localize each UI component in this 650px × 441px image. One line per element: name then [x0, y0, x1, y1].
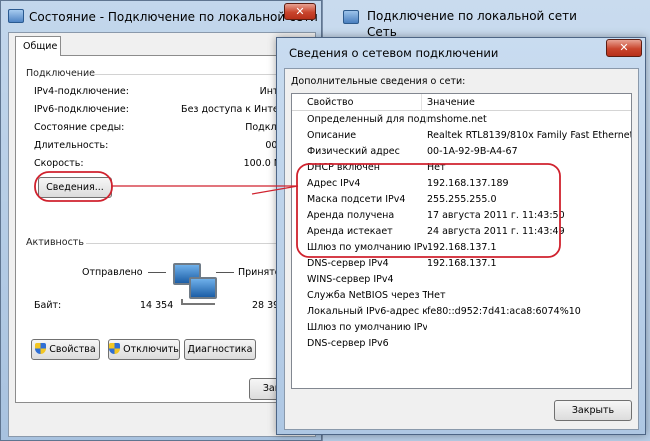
property-cell: Аренда получена: [307, 210, 395, 221]
value-cell: fe80::d952:7d41:aca8:6074%10: [427, 306, 581, 317]
column-header-value[interactable]: Значение: [427, 97, 475, 108]
column-header-property[interactable]: Свойство: [292, 94, 422, 111]
value-cell: 255.255.255.0: [427, 194, 497, 205]
bytes-label: Байт:: [34, 300, 62, 311]
divider: [86, 243, 298, 244]
ipv4-label: IPv4-подключение:: [34, 86, 129, 97]
list-item[interactable]: Определенный для подк...mshome.net: [292, 114, 631, 128]
shield-icon: [109, 343, 121, 354]
property-cell: Маска подсети IPv4: [307, 194, 406, 205]
list-item[interactable]: Шлюз по умолчанию IPv4 192.168.137.1: [292, 242, 631, 256]
sent-line: [148, 272, 166, 273]
properties-button[interactable]: Свойства: [31, 339, 100, 360]
value-cell: 192.168.137.189: [427, 178, 509, 189]
details-close-button[interactable]: Закрыть: [554, 400, 632, 421]
list-item[interactable]: Адрес IPv4 192.168.137.189: [292, 178, 631, 192]
property-cell: DNS-сервер IPv6: [307, 338, 389, 349]
disable-button[interactable]: Отключить: [108, 339, 180, 360]
property-cell: DNS-сервер IPv4: [307, 258, 389, 269]
speed-label: Скорость:: [34, 158, 84, 169]
properties-button-label: Свойства: [49, 344, 96, 355]
value-cell: 192.168.137.1: [427, 242, 497, 253]
property-cell: Описание: [307, 130, 357, 141]
sent-label: Отправлено: [82, 267, 143, 278]
cable-shape: [181, 299, 215, 305]
list-item[interactable]: Описание Realtek RTL8139/810x Family Fast…: [292, 130, 632, 144]
list-item[interactable]: Локальный IPv6-адрес ка...fe80::d952:7d4…: [292, 306, 631, 320]
property-cell: Аренда истекает: [307, 226, 393, 237]
property-cell: Шлюз по умолчанию IPv4: [307, 242, 427, 253]
property-cell: Определенный для подк...: [307, 114, 427, 125]
property-cell: Локальный IPv6-адрес ка...: [307, 306, 427, 317]
tab-general[interactable]: Общие: [15, 36, 61, 56]
value-cell: 17 августа 2011 г. 11:43:50: [427, 210, 565, 221]
network-connection-icon: [8, 9, 24, 23]
disable-button-label: Отключить: [123, 344, 179, 355]
general-tab-panel: Подключение IPv4-подключение: Интернет I…: [15, 55, 308, 403]
value-cell: 24 августа 2011 г. 11:43:49: [427, 226, 565, 237]
background-window-title: Подключение по локальной сети Сеть: [367, 8, 577, 40]
list-item[interactable]: DNS-сервер IPv4 192.168.137.1: [292, 258, 631, 272]
details-caption: Дополнительные сведения о сети:: [291, 76, 466, 87]
list-item[interactable]: Физический адрес 00-1A-92-9B-A4-67: [292, 146, 631, 160]
diagnose-button[interactable]: Диагностика: [184, 339, 256, 360]
details-window-client: Дополнительные сведения о сети: Свойство…: [284, 68, 639, 430]
list-item[interactable]: Аренда истекает 24 августа 2011 г. 11:43:…: [292, 226, 631, 240]
list-item[interactable]: WINS-сервер IPv4: [292, 274, 631, 288]
list-item[interactable]: Шлюз по умолчанию IPv6: [292, 322, 631, 336]
close-icon[interactable]: ✕: [284, 3, 316, 20]
activity-group-label: Активность: [26, 237, 84, 248]
close-icon[interactable]: ✕: [606, 39, 642, 57]
status-window-client: Общие Подключение IPv4-подключение: Инте…: [8, 32, 319, 437]
media-state-label: Состояние среды:: [34, 122, 125, 133]
status-window-title: Состояние - Подключение по локальной сет…: [29, 10, 318, 24]
monitor-shape: [189, 277, 217, 299]
list-header: Свойство Значение: [292, 94, 631, 111]
duration-label: Длительность:: [34, 140, 109, 151]
property-cell: Физический адрес: [307, 146, 400, 157]
background-title-line1: Подключение по локальной сети: [367, 9, 577, 23]
property-cell: WINS-сервер IPv4: [307, 274, 394, 285]
network-activity-icon: [169, 263, 225, 309]
list-item[interactable]: Служба NetBIOS через Т... Нет: [292, 290, 631, 304]
list-item[interactable]: Маска подсети IPv4 255.255.255.0: [292, 194, 631, 208]
connection-group-label: Подключение: [26, 68, 96, 79]
property-cell: Шлюз по умолчанию IPv6: [307, 322, 427, 333]
status-window: Состояние - Подключение по локальной сет…: [0, 0, 322, 441]
details-list[interactable]: Свойство Значение Определенный для подк.…: [291, 93, 632, 389]
connection-group-title: Подключение: [26, 68, 95, 79]
details-button[interactable]: Сведения...: [38, 177, 112, 198]
value-cell: Realtek RTL8139/810x Family Fast Etherne…: [427, 130, 632, 141]
ipv6-label: IPv6-подключение:: [34, 104, 129, 115]
property-cell: Адрес IPv4: [307, 178, 361, 189]
details-window: Сведения о сетевом подключении ✕ Дополни…: [276, 37, 646, 435]
received-label: Принято: [238, 267, 281, 278]
details-window-title: Сведения о сетевом подключении: [289, 46, 499, 60]
list-item[interactable]: DHCP включен Нет: [292, 162, 631, 176]
value-cell: mshome.net: [427, 114, 487, 125]
value-cell: Нет: [427, 162, 446, 173]
list-item[interactable]: DNS-сервер IPv6: [292, 338, 631, 352]
network-connection-icon: [343, 10, 359, 24]
divider: [92, 74, 298, 75]
property-cell: DHCP включен: [307, 162, 380, 173]
list-item[interactable]: Аренда получена 17 августа 2011 г. 11:43:…: [292, 210, 631, 224]
value-cell: 00-1A-92-9B-A4-67: [427, 146, 518, 157]
activity-group-title: Активность: [26, 237, 84, 248]
value-cell: Нет: [427, 290, 446, 301]
shield-icon: [35, 343, 47, 354]
value-cell: 192.168.137.1: [427, 258, 497, 269]
property-cell: Служба NetBIOS через Т...: [307, 290, 427, 301]
